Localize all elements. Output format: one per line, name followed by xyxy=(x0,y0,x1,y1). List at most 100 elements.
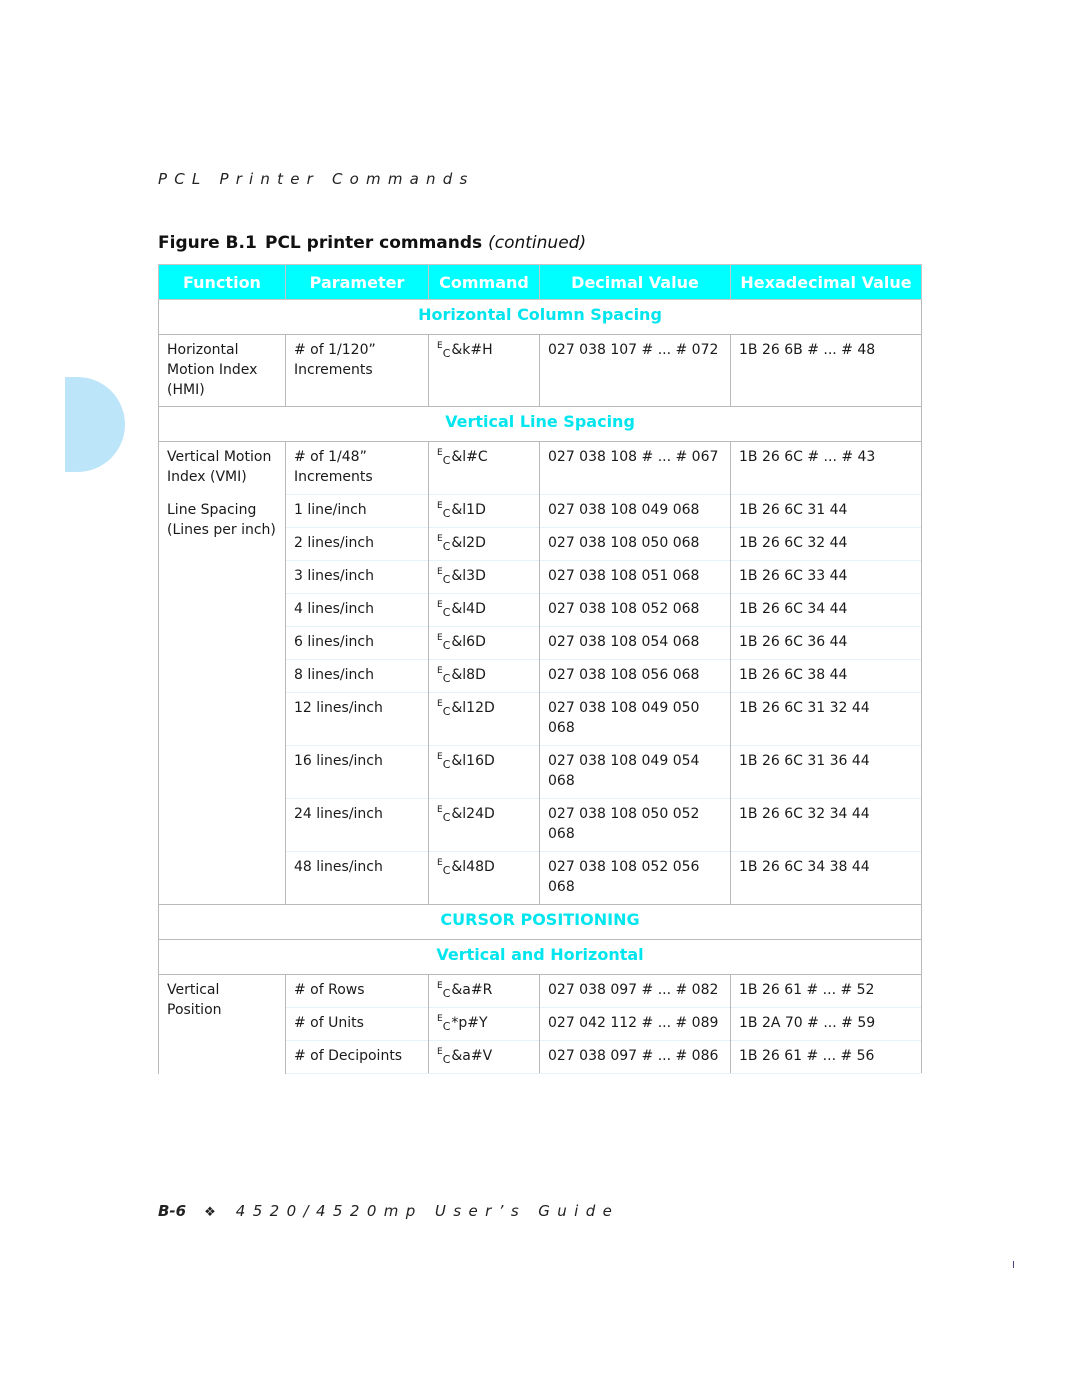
command-text: &l8D xyxy=(451,667,486,683)
figure-continued: (continued) xyxy=(488,233,587,253)
decimal-cell: 027 038 097 # ... # 082 xyxy=(539,974,731,1008)
escape-e: E xyxy=(437,752,443,762)
decimal-cell: 027 038 108 052 056 068 xyxy=(539,851,731,905)
command-text: &l24D xyxy=(451,806,495,822)
escape-e: E xyxy=(437,534,443,544)
parameter-cell: 3 lines/inch xyxy=(285,560,429,594)
escape-e: E xyxy=(437,567,443,577)
command-cell: EC&k#H xyxy=(428,334,540,407)
command-text: *p#Y xyxy=(451,1015,488,1031)
hex-cell: 1B 26 6C 32 34 44 xyxy=(730,798,922,852)
hex-cell: 1B 26 6C 34 44 xyxy=(730,593,922,627)
decimal-cell: 027 038 108 054 068 xyxy=(539,626,731,660)
escape-e: E xyxy=(437,981,443,991)
section-title: Horizontal Column Spacing xyxy=(158,299,922,335)
escape-c: C xyxy=(442,705,451,718)
command-text: &a#R xyxy=(451,982,493,998)
hex-cell: 1B 26 6C # ... # 43 xyxy=(730,441,922,495)
parameter-cell: 24 lines/inch xyxy=(285,798,429,852)
decimal-cell: 027 038 108 049 068 xyxy=(539,494,731,528)
escape-c: C xyxy=(442,606,451,619)
ornament-icon: ❖ xyxy=(204,1205,216,1220)
escape-c: C xyxy=(442,672,451,685)
command-text: &l6D xyxy=(451,634,486,650)
table-row: Vertical Motion Index (VMI) # of 1/48” I… xyxy=(158,441,922,495)
decimal-cell: 027 038 108 # ... # 067 xyxy=(539,441,731,495)
function-cell: Vertical Position xyxy=(158,974,286,1074)
hex-cell: 1B 26 61 # ... # 56 xyxy=(730,1040,922,1074)
escape-e: E xyxy=(437,666,443,676)
command-text: &l#C xyxy=(451,449,488,465)
command-cell: EC&l4D xyxy=(428,593,540,627)
decimal-cell: 027 038 097 # ... # 086 xyxy=(539,1040,731,1074)
running-head: PCL Printer Commands xyxy=(158,170,475,188)
function-cell: Line Spacing (Lines per inch) xyxy=(158,494,286,905)
escape-c: C xyxy=(442,507,451,520)
escape-c: C xyxy=(442,758,451,771)
parameter-cell: 6 lines/inch xyxy=(285,626,429,660)
escape-c: C xyxy=(442,573,451,586)
hex-cell: 1B 26 61 # ... # 52 xyxy=(730,974,922,1008)
decimal-cell: 027 038 108 051 068 xyxy=(539,560,731,594)
figure-number: Figure B.1 xyxy=(158,233,257,253)
decimal-cell: 027 038 108 049 054 068 xyxy=(539,745,731,799)
command-cell: EC&l8D xyxy=(428,659,540,693)
hex-cell: 1B 26 6C 38 44 xyxy=(730,659,922,693)
escape-e: E xyxy=(437,600,443,610)
figure-caption: Figure B.1 PCL printer commands (continue… xyxy=(158,233,586,253)
column-header-command: Command xyxy=(428,264,540,300)
section-row: Horizontal Column Spacing xyxy=(158,299,922,335)
pcl-commands-table: Function Parameter Command Decimal Value… xyxy=(158,264,922,1074)
command-cell: EC&l6D xyxy=(428,626,540,660)
parameter-cell: 4 lines/inch xyxy=(285,593,429,627)
escape-c: C xyxy=(442,540,451,553)
decimal-cell: 027 038 107 # ... # 072 xyxy=(539,334,731,407)
escape-c: C xyxy=(442,639,451,652)
command-text: &a#V xyxy=(451,1048,493,1064)
command-text: &l1D xyxy=(451,502,486,518)
escape-e: E xyxy=(437,805,443,815)
page-footer: B-6 ❖ 4520/4520mp User’s Guide xyxy=(158,1202,619,1220)
hex-cell: 1B 26 6C 31 36 44 xyxy=(730,745,922,799)
hex-cell: 1B 2A 70 # ... # 59 xyxy=(730,1007,922,1041)
parameter-cell: # of 1/48” Increments xyxy=(285,441,429,495)
escape-c: C xyxy=(442,811,451,824)
table-row: Vertical Position # of Rows EC&a#R 027 038 … xyxy=(158,974,922,1074)
section-row: Vertical and Horizontal xyxy=(158,939,922,975)
command-cell: EC&l48D xyxy=(428,851,540,905)
escape-c: C xyxy=(442,347,451,360)
parameter-cell: 8 lines/inch xyxy=(285,659,429,693)
command-text: &l3D xyxy=(451,568,486,584)
escape-e: E xyxy=(437,341,443,351)
escape-c: C xyxy=(442,987,451,1000)
column-header-function: Function xyxy=(158,264,286,300)
command-cell: EC&l1D xyxy=(428,494,540,528)
column-header-decimal: Decimal Value xyxy=(539,264,731,300)
decimal-cell: 027 038 108 049 050 068 xyxy=(539,692,731,746)
table-header-row: Function Parameter Command Decimal Value… xyxy=(158,264,922,300)
escape-e: E xyxy=(437,448,443,458)
page-number: B-6 xyxy=(158,1202,187,1220)
command-cell: EC&l#C xyxy=(428,441,540,495)
section-row: CURSOR POSITIONING xyxy=(158,904,922,940)
section-title: Vertical and Horizontal xyxy=(158,939,922,975)
escape-e: E xyxy=(437,501,443,511)
parameter-cell: # of Rows xyxy=(285,974,429,1008)
parameter-cell: 2 lines/inch xyxy=(285,527,429,561)
hex-cell: 1B 26 6C 31 44 xyxy=(730,494,922,528)
command-cell: EC&l12D xyxy=(428,692,540,746)
section-row: Vertical Line Spacing xyxy=(158,406,922,442)
command-cell: EC*p#Y xyxy=(428,1007,540,1041)
command-cell: EC&l16D xyxy=(428,745,540,799)
parameter-cell: 1 line/inch xyxy=(285,494,429,528)
table-row: Horizontal Motion Index (HMI) # of 1/120… xyxy=(158,334,922,407)
hex-cell: 1B 26 6B # ... # 48 xyxy=(730,334,922,407)
parameter-cell: # of Decipoints xyxy=(285,1040,429,1074)
section-title: CURSOR POSITIONING xyxy=(158,904,922,940)
command-text: &l4D xyxy=(451,601,486,617)
hex-cell: 1B 26 6C 34 38 44 xyxy=(730,851,922,905)
command-text: &k#H xyxy=(451,342,493,358)
decimal-cell: 027 042 112 # ... # 089 xyxy=(539,1007,731,1041)
decimal-cell: 027 038 108 050 068 xyxy=(539,527,731,561)
escape-e: E xyxy=(437,858,443,868)
